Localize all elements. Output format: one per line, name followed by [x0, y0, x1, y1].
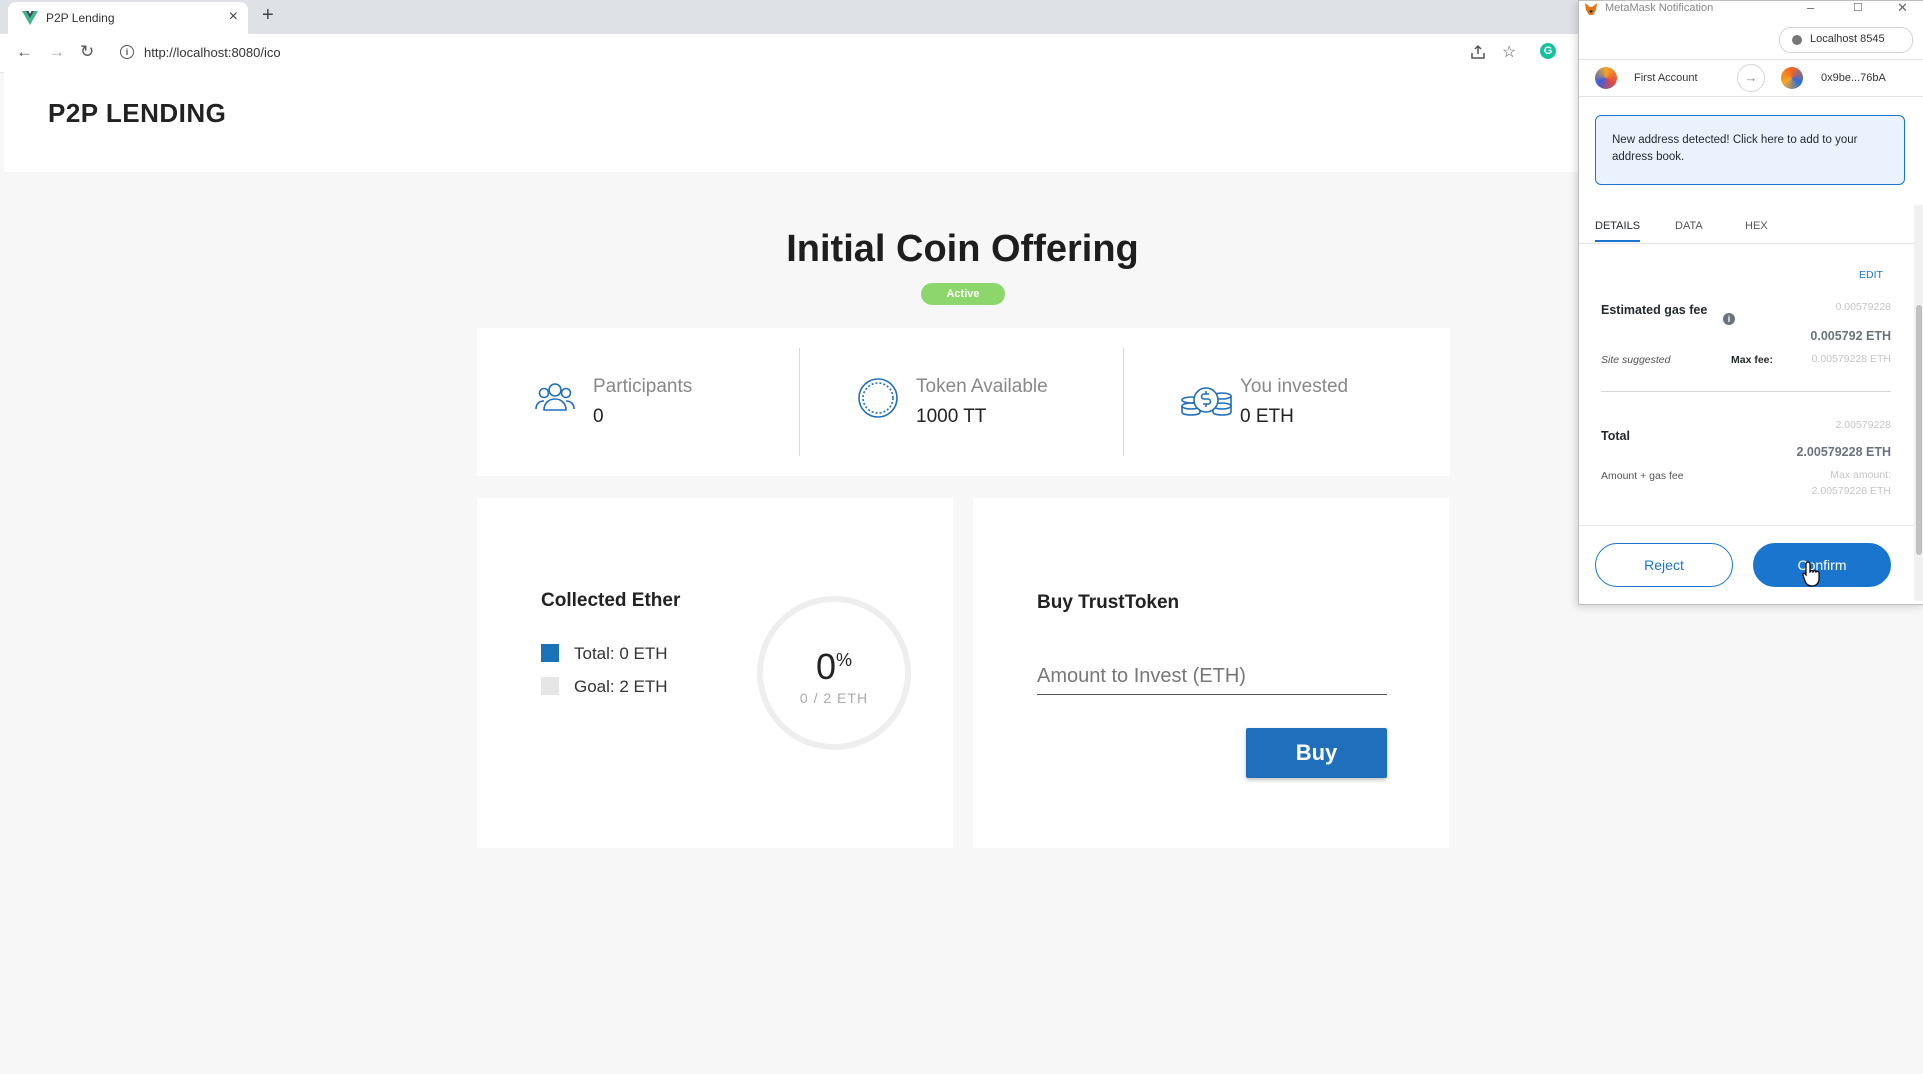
metamask-tabs: DETAILS DATA HEX — [1579, 211, 1914, 244]
tab-title: P2P Lending — [46, 11, 115, 25]
tab-data[interactable]: DATA — [1675, 220, 1703, 232]
amount-input[interactable] — [1037, 658, 1387, 695]
stat-value: 1000 TT — [916, 406, 987, 427]
grammarly-extension-icon[interactable]: G — [1540, 43, 1556, 59]
legend-total-label: Total: 0 ETH — [574, 644, 668, 663]
network-name: Localhost 8545 — [1810, 33, 1885, 45]
buy-token-title: Buy TrustToken — [1037, 592, 1180, 613]
forward-icon[interactable]: → — [48, 42, 65, 62]
address-bar[interactable]: i http://localhost:8080/ico — [112, 39, 1542, 67]
total-label: Total — [1601, 429, 1630, 443]
from-account-avatar — [1595, 67, 1617, 89]
status-badge: Active — [921, 283, 1005, 305]
total-faded: 2.00579228 — [1835, 419, 1891, 431]
amount-plus-gas-label: Amount + gas fee — [1601, 470, 1684, 482]
money-stack-icon — [1181, 387, 1232, 416]
new-tab-button[interactable]: + — [262, 4, 274, 27]
brand-logo-text[interactable]: P2P LENDING — [48, 98, 226, 129]
percent-sign: % — [836, 650, 853, 670]
stat-value: 0 ETH — [1240, 406, 1294, 427]
transfer-arrow-icon: → — [1737, 64, 1765, 92]
edit-gas-link[interactable]: EDIT — [1859, 269, 1883, 281]
bookmark-star-icon[interactable]: ☆ — [1502, 42, 1516, 62]
metamask-separator — [1601, 391, 1891, 392]
max-fee-value: 0.00579228 ETH — [1811, 353, 1891, 365]
legend-total: Total: 0 ETH — [541, 644, 668, 664]
collected-ether-title: Collected Ether — [541, 590, 681, 611]
percent-value: 0 — [815, 646, 836, 687]
vue-logo-icon — [22, 11, 38, 25]
buy-button[interactable]: Buy — [1246, 728, 1387, 778]
gas-fee-faded: 0.00579228 — [1835, 301, 1891, 313]
legend-goal: Goal: 2 ETH — [541, 677, 668, 697]
progress-subtext: 0 / 2 ETH — [799, 690, 869, 706]
share-icon[interactable] — [1470, 44, 1486, 60]
progress-percent: 0% — [755, 646, 913, 688]
from-account-name[interactable]: First Account — [1634, 72, 1698, 84]
url-text[interactable]: http://localhost:8080/ico — [144, 45, 281, 60]
stat-label: You invested — [1240, 376, 1349, 397]
tab-details[interactable]: DETAILS — [1595, 220, 1641, 242]
to-account-avatar — [1781, 67, 1803, 89]
minimize-icon[interactable]: – — [1807, 0, 1814, 15]
progress-gauge: 0% 0 / 2 ETH — [755, 594, 913, 752]
metamask-scrollbar[interactable] — [1914, 205, 1923, 601]
stat-value: 0 — [593, 406, 604, 427]
goal-swatch — [541, 677, 559, 695]
confirm-button[interactable]: Confirm — [1753, 543, 1891, 587]
total-value: 2.00579228 ETH — [1796, 445, 1891, 459]
reload-icon[interactable]: ↻ — [80, 42, 94, 62]
maximize-icon[interactable]: ☐ — [1853, 1, 1863, 14]
browser-tab[interactable]: P2P Lending × — [8, 2, 248, 34]
footer-separator — [1579, 525, 1914, 526]
network-selector[interactable]: Localhost 8545 — [1779, 27, 1913, 53]
token-coin-icon — [858, 378, 898, 418]
window-close-icon[interactable]: ✕ — [1897, 0, 1908, 16]
network-status-dot — [1792, 35, 1802, 45]
max-fee-label: Max fee: — [1731, 354, 1774, 366]
stat-you-invested: You invested 0 ETH — [1123, 348, 1448, 456]
new-address-notice[interactable]: New address detected! Click here to add … — [1595, 115, 1905, 185]
stat-token-available: Token Available 1000 TT — [799, 348, 1124, 456]
gas-fee-value: 0.005792 ETH — [1810, 329, 1891, 343]
stat-label: Participants — [593, 376, 693, 397]
max-amount-label: Max amount: — [1830, 469, 1891, 481]
to-address[interactable]: 0x9be...76bA — [1821, 72, 1886, 84]
stat-participants: Participants 0 — [477, 348, 801, 456]
estimated-gas-fee-label: Estimated gas fee — [1601, 303, 1708, 317]
back-icon[interactable]: ← — [16, 42, 33, 62]
reject-button[interactable]: Reject — [1595, 543, 1733, 587]
legend-goal-label: Goal: 2 ETH — [574, 677, 668, 696]
participants-icon — [535, 383, 575, 411]
new-address-notice-text: New address detected! Click here to add … — [1612, 134, 1858, 163]
metamask-notification-window: MetaMask Notification – ☐ ✕ Localhost 85… — [1578, 0, 1923, 605]
collected-ether-card: Collected Ether Total: 0 ETH Goal: 2 ETH… — [477, 498, 953, 848]
metamask-fox-icon — [1585, 3, 1597, 15]
max-amount-value: 2.00579228 ETH — [1811, 485, 1891, 497]
app-header: P2P LENDING — [4, 72, 1581, 172]
gas-info-icon[interactable]: i — [1723, 313, 1735, 325]
stat-label: Token Available — [916, 376, 1048, 397]
hand-cursor-icon — [1802, 561, 1820, 587]
stats-panel: Participants 0 Token Available 1000 TT Y… — [477, 328, 1450, 476]
total-swatch — [541, 644, 559, 662]
buy-token-card: Buy TrustToken Buy — [973, 498, 1449, 848]
metamask-window-title: MetaMask Notification — [1605, 2, 1714, 14]
metamask-titlebar: MetaMask Notification – ☐ ✕ — [1579, 0, 1923, 17]
tab-close-icon[interactable]: × — [229, 8, 238, 26]
account-transfer-row: First Account → 0x9be...76bA — [1579, 59, 1923, 97]
site-suggested-label: Site suggested — [1601, 354, 1671, 366]
site-info-icon[interactable]: i — [120, 45, 134, 59]
tab-hex[interactable]: HEX — [1745, 220, 1768, 232]
scrollbar-thumb[interactable] — [1916, 305, 1922, 555]
